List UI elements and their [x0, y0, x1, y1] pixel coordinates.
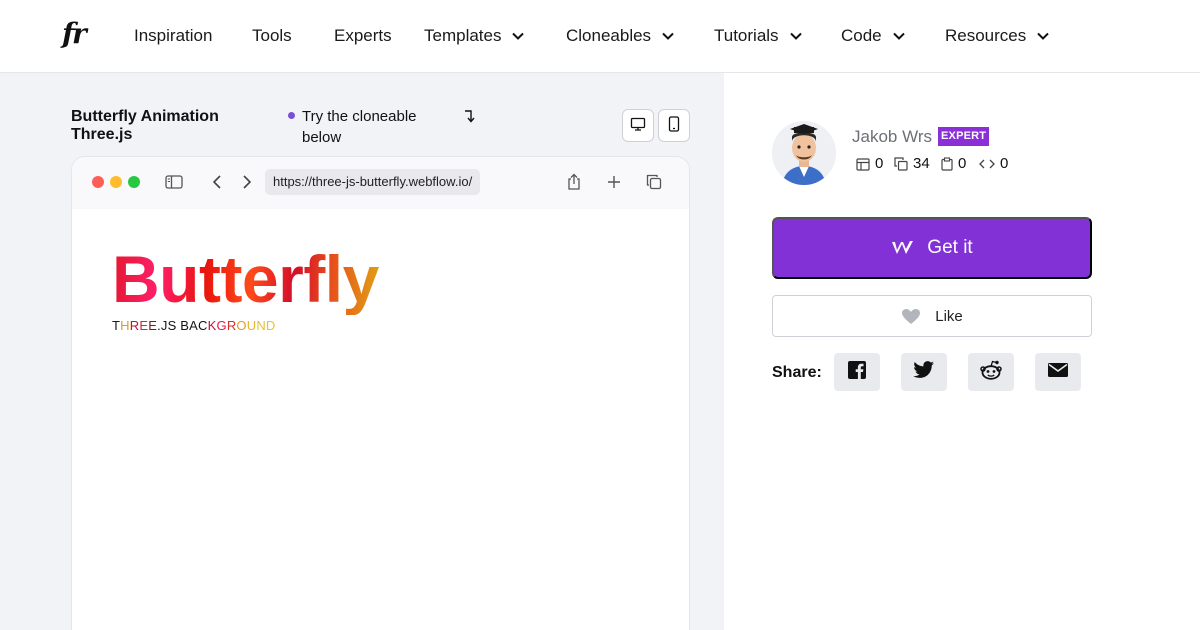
mobile-view-button[interactable]: [658, 109, 690, 142]
site-hero-title: Butterfly: [112, 242, 379, 316]
nav-item-experts[interactable]: Experts: [334, 26, 392, 46]
webflow-logo-icon: [891, 240, 915, 256]
nav-item-label: Templates: [424, 26, 502, 45]
nav-item-tools[interactable]: Tools: [252, 26, 292, 46]
new-tab-icon[interactable]: [605, 173, 623, 191]
arrow-down-right-icon: [463, 108, 477, 124]
stat-value: 0: [958, 155, 967, 172]
sidebar-toggle-icon[interactable]: [165, 173, 183, 191]
stat-value: 34: [913, 155, 930, 172]
get-it-label: Get it: [927, 237, 973, 258]
chevron-down-icon: [892, 31, 905, 41]
share-twitter-button[interactable]: [901, 353, 947, 391]
browser-preview: https://three-js-butterfly.webflow.io/ B…: [71, 156, 690, 630]
share-facebook-button[interactable]: [834, 353, 880, 391]
cloneable-hint: Try the cloneable below: [302, 108, 417, 146]
mobile-icon: [668, 116, 680, 135]
author-name[interactable]: Jakob Wrs: [852, 127, 932, 147]
stat-clipboard: 0: [941, 155, 966, 173]
clone-icon: [894, 157, 908, 171]
code-icon: [979, 159, 995, 169]
minimize-window-dot[interactable]: [110, 176, 122, 188]
nav-item-templates[interactable]: Templates: [424, 26, 525, 46]
share-label: Share:: [772, 364, 822, 381]
like-label: Like: [935, 307, 963, 325]
address-bar[interactable]: https://three-js-butterfly.webflow.io/: [265, 169, 481, 195]
share-reddit-button[interactable]: [968, 353, 1014, 391]
expert-badge: EXPERT: [938, 127, 990, 146]
desktop-view-button[interactable]: [622, 109, 654, 142]
chevron-down-icon: [512, 31, 525, 41]
back-icon[interactable]: [208, 173, 226, 191]
nav-item-label: Tools: [252, 26, 292, 45]
tabs-overview-icon[interactable]: [645, 173, 663, 191]
maximize-window-dot[interactable]: [128, 176, 140, 188]
twitter-icon: [913, 360, 935, 384]
nav-item-label: Resources: [945, 26, 1027, 45]
nav-item-label: Code: [841, 26, 882, 45]
stat-value: 0: [875, 155, 884, 172]
nav-item-label: Inspiration: [134, 26, 213, 45]
close-window-dot[interactable]: [92, 176, 104, 188]
forward-icon[interactable]: [238, 173, 256, 191]
like-button[interactable]: Like: [772, 295, 1092, 337]
clipboard-icon: [941, 157, 953, 171]
author-avatar[interactable]: [772, 121, 836, 185]
stat-value: 0: [1000, 155, 1009, 172]
page-title: Butterfly Animation Three.js: [71, 108, 219, 143]
share-email-button[interactable]: [1035, 353, 1081, 391]
site-logo[interactable]: fr: [62, 20, 87, 48]
layout-icon: [856, 157, 870, 171]
desktop-icon: [630, 117, 646, 134]
site-hero-subtitle: THREE.JS BACKGROUND: [112, 318, 276, 333]
nav-item-code[interactable]: Code: [841, 26, 905, 46]
nav-item-cloneables[interactable]: Cloneables: [566, 26, 674, 46]
nav-item-label: Tutorials: [714, 26, 779, 45]
browser-toolbar: https://three-js-butterfly.webflow.io/: [72, 157, 689, 209]
stat-cloneables: 34: [894, 155, 930, 173]
chevron-down-icon: [1037, 31, 1049, 41]
facebook-icon: [847, 360, 867, 385]
email-icon: [1047, 362, 1069, 383]
nav-item-label: Experts: [334, 26, 392, 45]
hint-bullet-icon: [288, 112, 295, 119]
stat-templates: 0: [856, 155, 883, 173]
chevron-down-icon: [789, 31, 802, 41]
chevron-down-icon: [662, 31, 674, 41]
nav-item-label: Cloneables: [566, 26, 652, 45]
reddit-icon: [980, 360, 1002, 385]
share-icon[interactable]: [565, 173, 583, 191]
stat-code: 0: [979, 155, 1008, 173]
nav-item-inspiration[interactable]: Inspiration: [134, 26, 212, 46]
heart-icon: [901, 308, 921, 325]
nav-item-tutorials[interactable]: Tutorials: [714, 26, 802, 46]
get-it-button[interactable]: Get it: [772, 217, 1092, 279]
top-navigation: fr Inspiration Tools Experts Templates C…: [0, 0, 1200, 73]
nav-item-resources[interactable]: Resources: [945, 26, 1049, 46]
